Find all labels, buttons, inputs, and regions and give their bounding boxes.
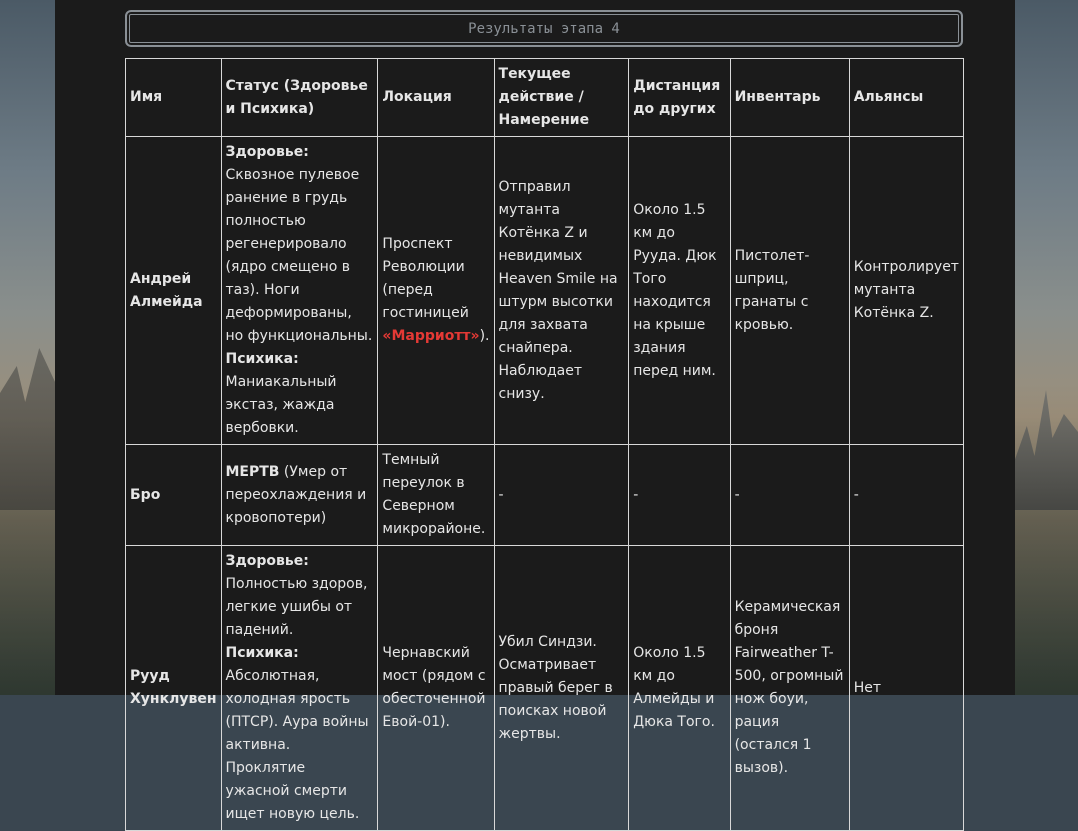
header-name: Имя [125, 58, 222, 137]
cell-location: Темный переулок в Северном микрорайоне. [377, 444, 495, 546]
location-text: Проспект Революции (перед гостиницей [382, 236, 469, 321]
cell-distance: Около 1.5 км до Рууда. Дюк Того находитс… [628, 136, 731, 445]
psyche-text: Абсолютная, холодная ярость (ПТСР). Аура… [225, 668, 369, 822]
header-action: Текущее действие / Намерение [493, 58, 630, 137]
cell-name: Рууд Хунклувен [125, 545, 222, 831]
cell-status: Здоровье: Полностью здоров, легкие ушибы… [220, 545, 379, 831]
table-header-row: Имя Статус (Здоровье и Психика) Локация … [125, 58, 965, 137]
table-row: Андрей Алмейда Здоровье: Сквозное пулево… [125, 136, 965, 445]
table-row: Бро МЕРТВ (Умер от переохлаждения и кров… [125, 444, 965, 546]
stage-results-title: Результаты этапа 4 [125, 10, 963, 47]
cell-inventory: Пистолет-шприц, гранаты с кровью. [729, 136, 850, 445]
cell-name: Андрей Алмейда [125, 136, 222, 445]
results-table: Имя Статус (Здоровье и Психика) Локация … [125, 58, 965, 831]
cell-action: Отправил мутанта Котёнка Z и невидимых H… [493, 136, 630, 445]
header-alliances: Альянсы [848, 58, 965, 137]
health-label: Здоровье: [225, 553, 309, 569]
header-inventory: Инвентарь [729, 58, 850, 137]
cell-location: Чернавский мост (рядом с обесточенной Ев… [377, 545, 495, 831]
health-text: Полностью здоров, легкие ушибы от падени… [225, 576, 368, 638]
cell-distance: Около 1.5 км до Алмейды и Дюка Того. [628, 545, 731, 831]
cell-name: Бро [125, 444, 222, 546]
cell-status: МЕРТВ (Умер от переохлаждения и кровопот… [220, 444, 379, 546]
cell-alliances: - [848, 444, 965, 546]
cell-action: Убил Синдзи. Осматривает правый берег в … [493, 545, 630, 831]
psyche-label: Психика: [225, 645, 299, 661]
header-distance: Дистанция до других [628, 58, 731, 137]
status-dead-label: МЕРТВ [225, 463, 280, 480]
location-tail: ). [479, 328, 490, 344]
psyche-label: Психика: [225, 351, 299, 367]
cell-location: Проспект Революции (перед гостиницей «Ма… [377, 136, 495, 445]
health-label: Здоровье: [225, 144, 309, 160]
cell-distance: - [628, 444, 731, 546]
cell-alliances: Нет [848, 545, 965, 831]
table-row: Рууд Хунклувен Здоровье: Полностью здоро… [125, 545, 965, 831]
cell-action: - [493, 444, 630, 546]
header-status: Статус (Здоровье и Психика) [220, 58, 379, 137]
header-location: Локация [377, 58, 495, 137]
cell-inventory: Керамическая броня Fairweather T-500, ог… [729, 545, 850, 831]
cell-alliances: Контролирует мутанта Котёнка Z. [848, 136, 965, 445]
cell-inventory: - [729, 444, 850, 546]
location-highlight: «Марриотт» [382, 328, 480, 344]
health-text: Сквозное пулевое ранение в грудь полност… [225, 167, 373, 344]
cell-status: Здоровье: Сквозное пулевое ранение в гру… [220, 136, 379, 445]
psyche-text: Маниакальный экстаз, жажда вербовки. [225, 374, 337, 436]
